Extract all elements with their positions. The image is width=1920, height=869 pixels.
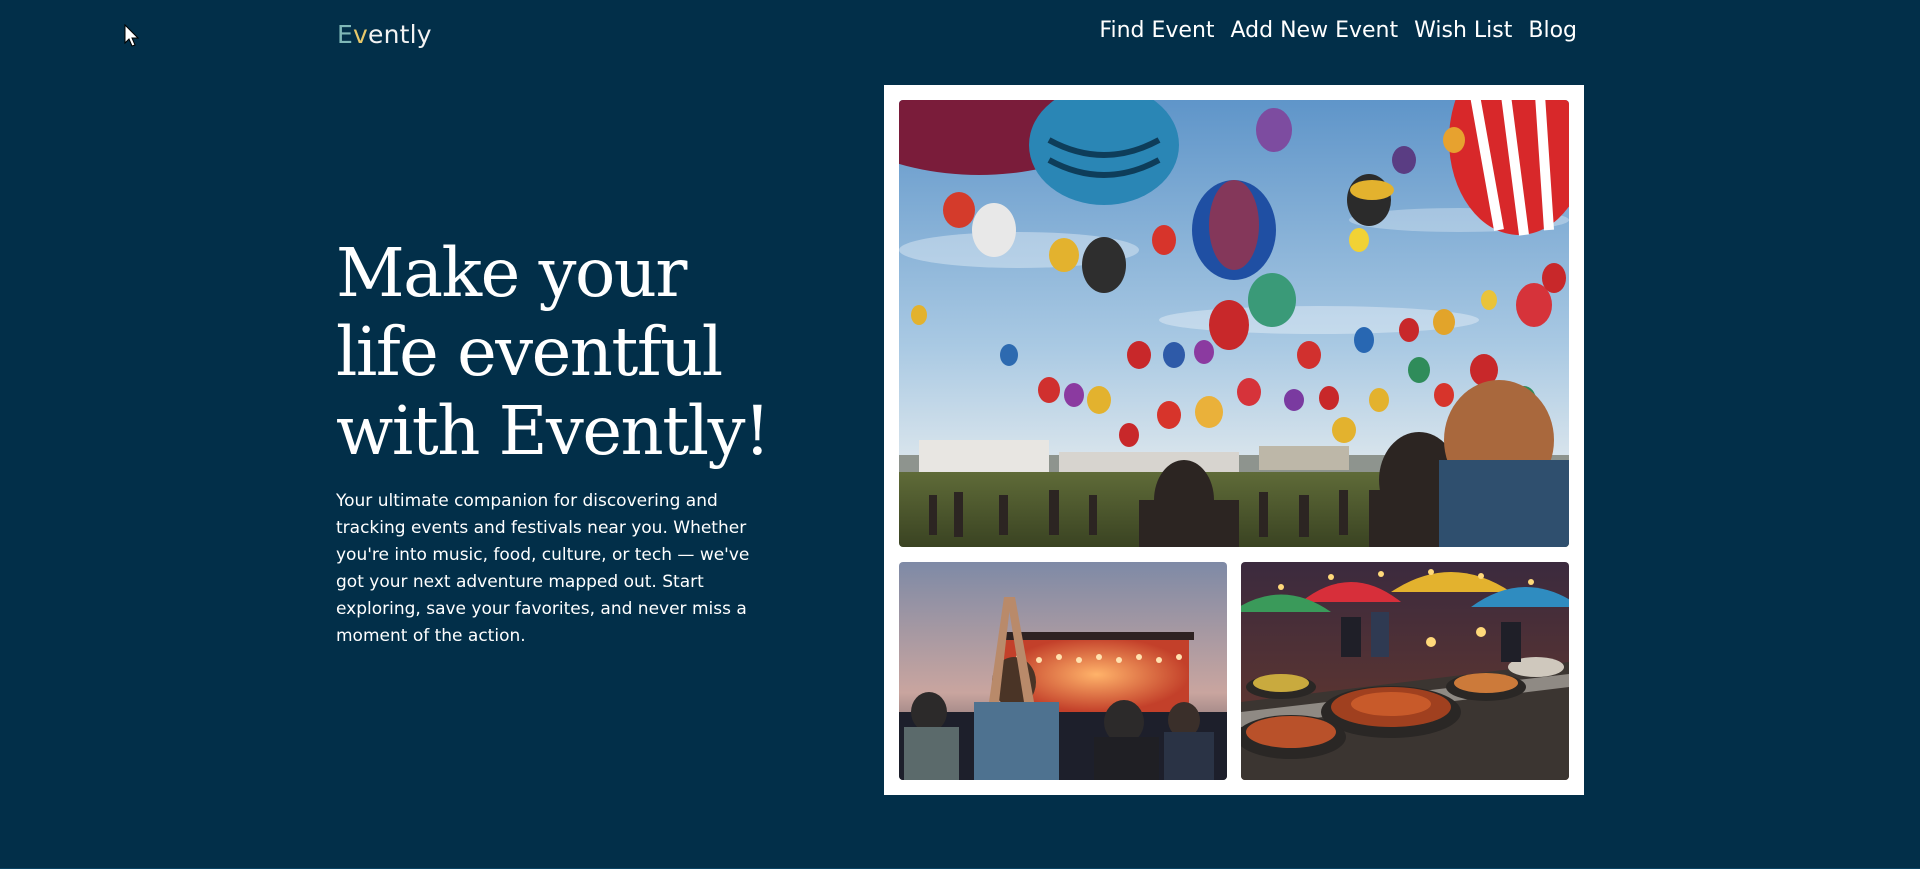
food-market-image bbox=[1241, 562, 1569, 780]
nav-wish-list[interactable]: Wish List bbox=[1414, 18, 1512, 43]
hero-title: Make your life eventful with Evently! bbox=[336, 234, 771, 470]
nav-find-event[interactable]: Find Event bbox=[1099, 18, 1214, 43]
logo[interactable]: E v ently bbox=[337, 20, 432, 49]
balloon-festival-image bbox=[899, 100, 1569, 547]
logo-text-rest: ently bbox=[368, 20, 432, 49]
main-nav: Find Event Add New Event Wish List Blog bbox=[1099, 18, 1577, 43]
concert-photo bbox=[899, 562, 1227, 780]
nav-blog[interactable]: Blog bbox=[1528, 18, 1577, 43]
food-market-photo bbox=[1241, 562, 1569, 780]
page: E v ently Find Event Add New Event Wish … bbox=[0, 0, 1920, 869]
logo-letter-v: v bbox=[353, 20, 368, 49]
logo-letter-e: E bbox=[337, 20, 353, 49]
nav-add-new-event[interactable]: Add New Event bbox=[1231, 18, 1399, 43]
hero-description: Your ultimate companion for discovering … bbox=[336, 491, 750, 646]
mouse-cursor-icon bbox=[124, 24, 140, 47]
concert-image bbox=[899, 562, 1227, 780]
balloon-festival-photo bbox=[899, 100, 1569, 547]
image-collage bbox=[884, 85, 1584, 795]
site-header: E v ently Find Event Add New Event Wish … bbox=[0, 0, 1920, 68]
